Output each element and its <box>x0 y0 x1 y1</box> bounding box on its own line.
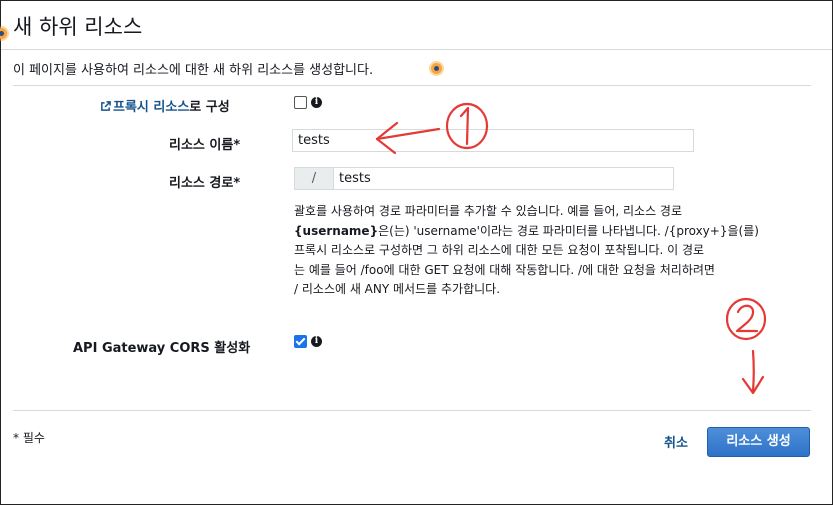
cancel-button[interactable]: 취소 <box>664 432 688 451</box>
annotation-circle-icon <box>725 297 767 341</box>
external-link-icon <box>101 101 111 111</box>
annotation-arrow-icon <box>741 375 765 395</box>
resource-path-prefix: / <box>294 167 334 190</box>
path-parameter-example: {username} <box>294 223 379 238</box>
cors-label: API Gateway CORS 활성화 <box>73 341 251 356</box>
info-icon[interactable]: i <box>311 97 322 108</box>
resource-path-help-text: 괄호를 사용하여 경로 파라미터를 추가할 수 있습니다. 예를 들어, 리소스… <box>294 204 759 296</box>
divider <box>13 410 811 411</box>
resource-name-label: 리소스 이름* <box>169 138 241 153</box>
resource-name-input[interactable]: tests <box>292 129 694 152</box>
resource-path-label: 리소스 경로* <box>169 176 241 191</box>
annotation-arrow-icon <box>751 349 755 393</box>
annotation-number-icon <box>735 304 759 333</box>
help-hotspot-icon[interactable] <box>0 28 7 39</box>
panel-header: 새 하위 리소스 <box>0 1 832 50</box>
proxy-resource-link[interactable]: 프록시 리소스 <box>100 100 189 115</box>
create-resource-panel: 새 하위 리소스 이 페이지를 사용하여 리소스에 대한 새 하위 리소스를 생… <box>0 0 833 505</box>
resource-path-input[interactable]: tests <box>333 167 674 190</box>
cors-checkbox[interactable] <box>294 335 307 348</box>
help-hotspot-icon[interactable] <box>431 63 442 74</box>
create-resource-button[interactable]: 리소스 생성 <box>707 427 810 457</box>
proxy-resource-label: 프록시 리소스로 구성 <box>100 96 230 115</box>
page-description: 이 페이지를 사용하여 리소스에 대한 새 하위 리소스를 생성합니다. <box>13 63 374 78</box>
info-icon[interactable]: i <box>311 336 322 347</box>
proxy-resource-checkbox[interactable] <box>294 96 307 109</box>
page-title: 새 하위 리소스 <box>13 15 143 39</box>
required-note: * 필수 <box>13 431 45 445</box>
divider <box>13 85 811 86</box>
